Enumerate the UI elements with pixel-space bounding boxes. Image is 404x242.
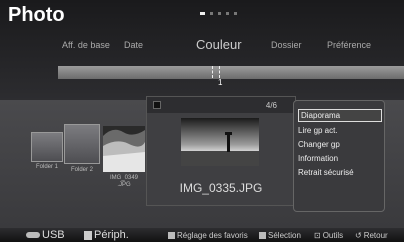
back-label: Retour — [363, 231, 388, 240]
photo-preview-image — [181, 118, 259, 166]
folder-label: Folder 2 — [70, 167, 93, 173]
device-source[interactable]: Périph. — [84, 229, 129, 241]
page-dot — [218, 12, 221, 15]
photo-counter: 4/6 — [265, 101, 277, 110]
device-icon — [84, 230, 92, 240]
focused-photo-card[interactable]: 4/6 IMG_0335.JPG — [146, 96, 296, 206]
tab-date[interactable]: Date — [124, 40, 143, 50]
usb-icon — [26, 232, 40, 238]
page-indicator — [200, 12, 237, 15]
page-dot — [234, 12, 237, 15]
tab-preference[interactable]: Préférence — [327, 40, 371, 50]
usb-source[interactable]: USB — [26, 229, 65, 241]
bottom-bar: USB Périph. Réglage des favoris Sélectio… — [0, 228, 404, 242]
usb-label: USB — [42, 229, 65, 241]
tools-menu: Diaporama Lire gp act. Changer gp Inform… — [293, 100, 385, 212]
timeline-bar[interactable] — [58, 66, 404, 79]
selection-checkbox[interactable] — [153, 101, 161, 109]
selection-label: Sélection — [268, 231, 301, 240]
page-dot — [210, 12, 213, 15]
favorites-label: Réglage des favoris — [177, 231, 248, 240]
timeline-marker — [212, 66, 220, 78]
tab-color[interactable]: Couleur — [196, 37, 242, 52]
tools-icon: ⊡ — [314, 231, 321, 240]
menu-item-slideshow[interactable]: Diaporama — [298, 109, 382, 122]
timeline-label: 1 — [218, 78, 223, 87]
folder-icon — [31, 132, 63, 162]
yellow-button-icon — [168, 232, 175, 239]
photo-browser-screen: Photo Aff. de base Date Couleur Dossier … — [0, 0, 404, 242]
favorites-setting[interactable]: Réglage des favoris — [168, 231, 248, 240]
photo-thumbnail-image — [103, 126, 145, 172]
menu-item-change-group[interactable]: Changer gp — [298, 140, 340, 149]
tab-basic-view[interactable]: Aff. de base — [62, 40, 110, 50]
tools-label: Outils — [322, 231, 344, 240]
tab-folder[interactable]: Dossier — [271, 40, 302, 50]
photo-preview — [181, 118, 259, 166]
tools-action[interactable]: ⊡ Outils — [314, 231, 343, 240]
folder-label: Folder 1 — [35, 164, 58, 170]
return-icon: ↺ — [355, 231, 362, 240]
sort-tabs: Aff. de base Date Couleur Dossier Préfér… — [0, 36, 404, 56]
menu-item-safe-remove[interactable]: Retrait sécurisé — [298, 168, 354, 177]
photo-thumbnail[interactable] — [103, 126, 145, 172]
folder-item[interactable]: Folder 1 — [31, 132, 63, 170]
folder-item[interactable]: Folder 2 — [64, 124, 100, 173]
photo-filename: IMG_0335.JPG — [179, 181, 263, 195]
selection-action[interactable]: Sélection — [259, 231, 301, 240]
blue-button-icon — [259, 232, 266, 239]
device-label: Périph. — [94, 229, 129, 241]
folder-icon — [64, 124, 100, 164]
page-dot-active — [200, 12, 205, 15]
page-title: Photo — [8, 4, 65, 26]
menu-item-information[interactable]: Information — [298, 154, 338, 163]
photo-thumbnail-label: IMG_0349 .JPG — [109, 175, 139, 188]
menu-item-play-current-group[interactable]: Lire gp act. — [298, 126, 338, 135]
page-dot — [226, 12, 229, 15]
back-action[interactable]: ↺ Retour — [355, 231, 388, 240]
